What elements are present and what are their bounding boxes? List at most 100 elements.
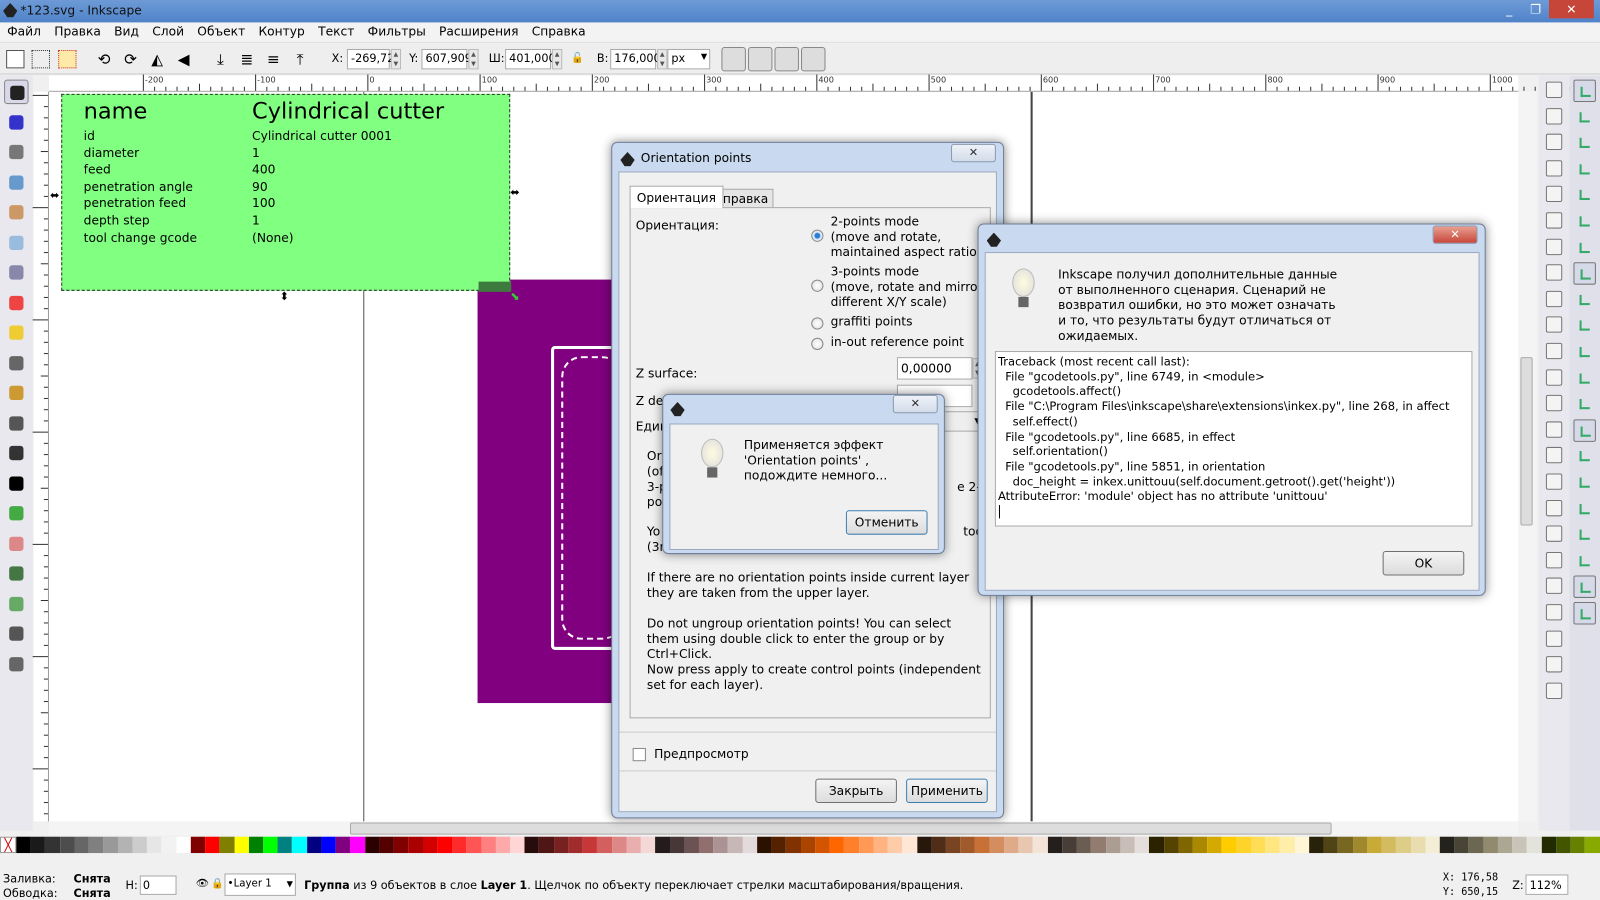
color-swatch[interactable] xyxy=(1105,836,1121,854)
color-swatch[interactable] xyxy=(1338,836,1353,854)
menu-object[interactable]: Объект xyxy=(190,22,251,38)
height-input[interactable]: 176,000 xyxy=(610,48,661,70)
color-swatch[interactable] xyxy=(1018,836,1034,854)
color-swatch[interactable] xyxy=(1555,836,1571,854)
scale-stroke-toggle[interactable] xyxy=(721,46,746,72)
new-icon[interactable] xyxy=(1545,81,1563,98)
clone-icon[interactable] xyxy=(1545,473,1563,490)
horizontal-scroll-thumb[interactable] xyxy=(349,822,1332,835)
color-swatch[interactable] xyxy=(916,836,932,854)
x-stepper[interactable]: ▲ ▼ xyxy=(390,48,402,70)
snap-toggle-icon[interactable] xyxy=(1573,550,1595,572)
zoom-input[interactable]: 112% xyxy=(1525,874,1569,895)
ok-button[interactable]: OK xyxy=(1382,551,1465,576)
print-icon[interactable] xyxy=(1545,159,1563,177)
horizontal-ruler[interactable]: -200 -100 0 100 200 300 400 500 600 700 800 900 1000 xyxy=(48,74,1592,92)
select-all-layers-icon[interactable] xyxy=(31,49,50,69)
color-swatch[interactable] xyxy=(1439,836,1455,854)
color-swatch[interactable] xyxy=(989,836,1005,854)
paste-icon[interactable] xyxy=(1545,342,1563,360)
redo-icon[interactable] xyxy=(1545,264,1563,281)
color-swatch[interactable] xyxy=(568,836,583,854)
color-swatch[interactable] xyxy=(1468,836,1484,854)
fill-stroke-icon[interactable] xyxy=(1545,577,1563,595)
tab-orientation[interactable]: Ориентация xyxy=(629,185,724,209)
width-stepper[interactable]: ▲ ▼ xyxy=(552,48,563,70)
color-swatch[interactable] xyxy=(263,836,278,854)
color-swatch[interactable] xyxy=(1381,836,1397,854)
cut-icon[interactable] xyxy=(1545,316,1563,334)
menu-help[interactable]: Справка xyxy=(525,22,592,38)
color-swatch[interactable] xyxy=(1352,836,1368,854)
color-swatch[interactable] xyxy=(1323,836,1339,854)
import-icon[interactable] xyxy=(1545,186,1563,203)
zoom-tool-icon[interactable] xyxy=(4,170,28,194)
color-swatch[interactable] xyxy=(1004,836,1019,854)
scale-handle-bottom[interactable]: ⬍ xyxy=(280,290,289,303)
color-swatch[interactable] xyxy=(176,836,191,854)
color-swatch[interactable] xyxy=(728,836,743,854)
preview-checkbox[interactable] xyxy=(632,747,646,762)
snap-toggle-icon[interactable] xyxy=(1573,289,1595,311)
dialog-close-button[interactable]: ✕ xyxy=(951,143,996,163)
close-dialog-button[interactable]: Закрыть xyxy=(815,778,897,804)
select-all-icon[interactable] xyxy=(6,49,25,69)
color-swatch[interactable] xyxy=(1047,836,1063,854)
color-swatch[interactable] xyxy=(1236,836,1251,854)
color-swatch[interactable] xyxy=(30,836,46,854)
zoom-page-icon[interactable] xyxy=(1545,421,1563,438)
menu-extensions[interactable]: Расширения xyxy=(432,22,525,38)
traceback-textarea[interactable]: Traceback (most recent call last): File … xyxy=(994,351,1473,527)
color-swatch[interactable] xyxy=(466,836,482,854)
color-swatch[interactable] xyxy=(698,836,714,854)
color-swatch[interactable] xyxy=(553,836,569,854)
hide-layer-icon[interactable]: 👁 xyxy=(196,879,209,890)
copy-icon[interactable] xyxy=(1545,290,1563,307)
y-stepper[interactable]: ▲ ▼ xyxy=(468,48,479,70)
color-swatch[interactable] xyxy=(88,836,104,854)
color-swatch[interactable] xyxy=(248,836,264,854)
apply-button[interactable]: Применить xyxy=(906,778,988,804)
color-swatch[interactable] xyxy=(423,836,438,854)
snap-toggle-icon[interactable] xyxy=(1573,106,1595,128)
snap-toggle-icon[interactable] xyxy=(1573,262,1596,285)
color-swatch[interactable] xyxy=(1265,836,1280,854)
snap-toggle-icon[interactable] xyxy=(1573,524,1595,546)
color-swatch[interactable] xyxy=(1120,836,1135,854)
color-swatch[interactable] xyxy=(1091,836,1106,854)
color-swatch[interactable] xyxy=(1396,836,1411,854)
move-gradients-toggle[interactable] xyxy=(774,46,799,72)
pen-tool-icon[interactable] xyxy=(4,411,28,435)
text-font-icon[interactable] xyxy=(1545,604,1563,621)
snap-toggle-icon[interactable] xyxy=(1573,184,1595,206)
color-swatch[interactable] xyxy=(205,836,220,854)
pencil-tool-icon[interactable] xyxy=(4,381,28,405)
mode-label[interactable]: graffiti points xyxy=(831,314,913,329)
eraser-tool-icon[interactable] xyxy=(4,531,28,555)
restore-button[interactable]: ❐ xyxy=(1522,0,1549,18)
color-swatch[interactable] xyxy=(829,836,845,854)
y-input[interactable]: 607,909 xyxy=(421,48,472,70)
snap-toggle-icon[interactable] xyxy=(1573,367,1595,389)
mode-label[interactable]: in-out reference point xyxy=(831,335,964,350)
color-swatch[interactable] xyxy=(655,836,670,854)
color-swatch[interactable] xyxy=(1149,836,1164,854)
align-icon[interactable] xyxy=(1545,682,1563,699)
menu-view[interactable]: Вид xyxy=(107,22,145,38)
unit-select[interactable]: px ▼ xyxy=(667,48,711,70)
color-swatch[interactable] xyxy=(524,836,540,854)
tweak-tool-icon[interactable] xyxy=(4,140,28,164)
purple-artwork[interactable] xyxy=(477,279,623,704)
zoom-drawing-icon[interactable] xyxy=(1545,395,1563,412)
color-swatch[interactable] xyxy=(757,836,772,854)
z-surface-input[interactable]: 0,00000 xyxy=(896,357,973,380)
unlink-clone-icon[interactable] xyxy=(1545,499,1563,516)
color-swatch[interactable] xyxy=(713,836,729,854)
lower-icon[interactable]: ≣ xyxy=(238,50,256,68)
color-swatch[interactable] xyxy=(117,836,133,854)
color-swatch[interactable] xyxy=(960,836,975,854)
color-swatch[interactable] xyxy=(684,836,699,854)
flip-horizontal-icon[interactable]: ◭ xyxy=(148,50,166,68)
mode-radio[interactable] xyxy=(811,337,824,350)
lock-icon[interactable]: 🔓 xyxy=(571,53,584,64)
